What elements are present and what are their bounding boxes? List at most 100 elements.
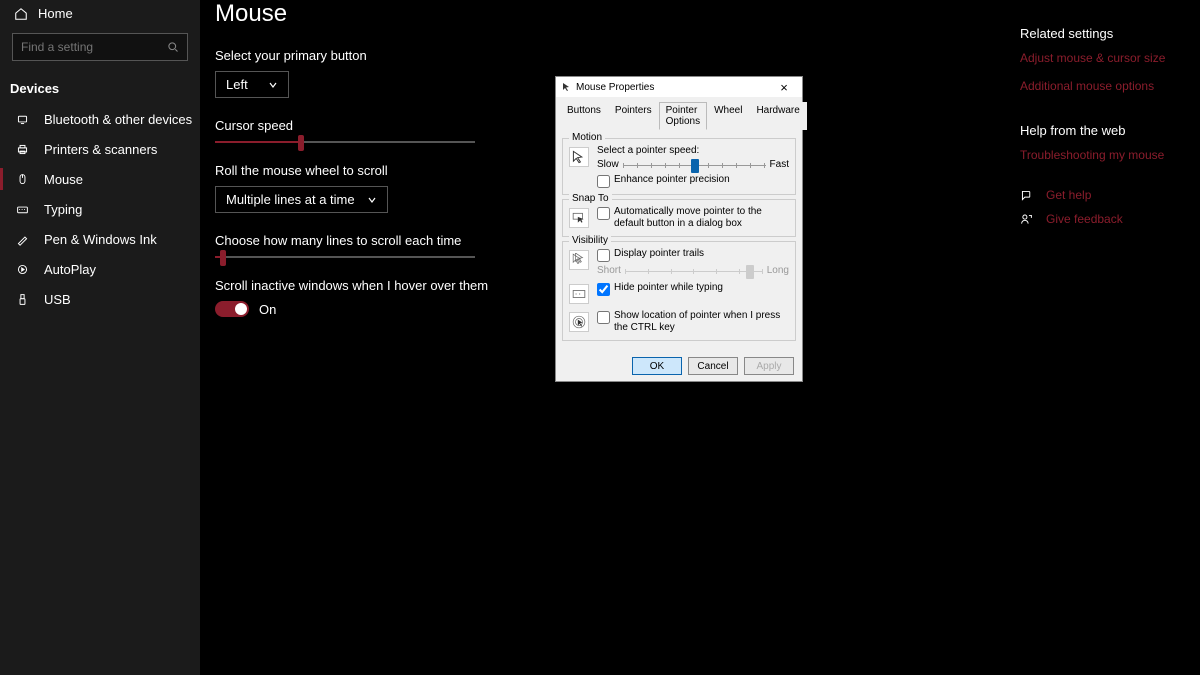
sidebar-item-label: Printers & scanners xyxy=(44,142,157,157)
home-icon xyxy=(14,7,28,21)
tab-hardware[interactable]: Hardware xyxy=(749,102,806,130)
cancel-button[interactable]: Cancel xyxy=(688,357,738,375)
group-snap-label: Snap To xyxy=(569,193,612,204)
autoplay-icon xyxy=(14,263,30,276)
link-adjust-mouse[interactable]: Adjust mouse & cursor size xyxy=(1020,51,1188,65)
chevron-down-icon xyxy=(367,195,377,205)
roll-wheel-dropdown[interactable]: Multiple lines at a time xyxy=(215,186,388,213)
dialog-button-row: OK Cancel Apply xyxy=(556,351,802,381)
tab-wheel[interactable]: Wheel xyxy=(707,102,749,130)
bluetooth-icon xyxy=(14,113,30,126)
group-snap-to: Snap To Automatically move pointer to th… xyxy=(562,199,796,237)
pointer-trails-label: Display pointer trails xyxy=(614,248,704,260)
cursor-speed-slider[interactable] xyxy=(215,141,475,143)
mouse-properties-dialog: Mouse Properties × Buttons Pointers Poin… xyxy=(555,76,803,382)
pointer-speed-thumb[interactable] xyxy=(691,159,699,173)
dialog-close-button[interactable]: × xyxy=(772,80,796,95)
ctrl-location-label: Show location of pointer when I press th… xyxy=(614,310,789,334)
sidebar-item-printers[interactable]: Printers & scanners xyxy=(0,134,200,164)
roll-wheel-value: Multiple lines at a time xyxy=(226,192,355,207)
inactive-windows-value: On xyxy=(259,302,276,317)
tab-buttons[interactable]: Buttons xyxy=(560,102,608,130)
search-icon xyxy=(167,41,179,53)
sidebar-item-label: Mouse xyxy=(44,172,83,187)
toggle-knob xyxy=(235,303,247,315)
ctrl-location-checkbox[interactable] xyxy=(597,311,610,324)
link-additional-options[interactable]: Additional mouse options xyxy=(1020,79,1188,93)
ok-button[interactable]: OK xyxy=(632,357,682,375)
printer-icon xyxy=(14,143,30,156)
slider-thumb[interactable] xyxy=(220,250,226,266)
snap-to-label: Automatically move pointer to the defaul… xyxy=(614,206,789,230)
help-icon xyxy=(1020,189,1034,202)
pointer-trails-checkbox[interactable] xyxy=(597,249,610,262)
slow-label: Slow xyxy=(597,159,619,170)
get-help-link[interactable]: Get help xyxy=(1020,188,1188,202)
ctrl-location-icon xyxy=(569,312,589,332)
home-nav[interactable]: Home xyxy=(0,0,200,29)
keyboard-icon xyxy=(14,203,30,216)
primary-button-value: Left xyxy=(226,77,248,92)
mouse-icon xyxy=(14,173,30,186)
slider-fill xyxy=(215,141,298,143)
snap-to-checkbox[interactable] xyxy=(597,207,610,220)
apply-button[interactable]: Apply xyxy=(744,357,794,375)
pointer-speed-slider[interactable]: Slow Fast xyxy=(597,159,789,170)
group-motion: Motion Select a pointer speed: Slow Fast xyxy=(562,138,796,195)
settings-sidebar: Home Devices Bluetooth & other devices P… xyxy=(0,0,200,675)
tab-pointers[interactable]: Pointers xyxy=(608,102,659,130)
group-motion-label: Motion xyxy=(569,132,605,143)
related-settings-panel: Related settings Adjust mouse & cursor s… xyxy=(1020,26,1200,236)
dialog-tabs: Buttons Pointers Pointer Options Wheel H… xyxy=(560,97,798,130)
sidebar-item-autoplay[interactable]: AutoPlay xyxy=(0,254,200,284)
search-input-wrapper[interactable] xyxy=(12,33,188,61)
motion-icon xyxy=(569,147,589,167)
sidebar-item-label: USB xyxy=(44,292,71,307)
usb-icon xyxy=(14,293,30,306)
home-label: Home xyxy=(38,6,73,21)
group-visibility-label: Visibility xyxy=(569,235,611,246)
chevron-down-icon xyxy=(268,80,278,90)
slider-thumb[interactable] xyxy=(298,135,304,151)
hide-typing-checkbox[interactable] xyxy=(597,283,610,296)
give-feedback-link[interactable]: Give feedback xyxy=(1020,212,1188,226)
page-title: Mouse xyxy=(215,0,1200,28)
hide-typing-icon xyxy=(569,284,589,304)
sidebar-item-label: Bluetooth & other devices xyxy=(44,112,192,127)
search-input[interactable] xyxy=(21,40,161,54)
cursor-icon xyxy=(562,82,572,92)
select-pointer-speed-label: Select a pointer speed: xyxy=(597,145,789,156)
sidebar-item-bluetooth[interactable]: Bluetooth & other devices xyxy=(0,104,200,134)
tab-pointer-options[interactable]: Pointer Options xyxy=(659,102,707,130)
pen-icon xyxy=(14,233,30,246)
short-label: Short xyxy=(597,265,621,276)
dialog-title: Mouse Properties xyxy=(576,82,654,93)
sidebar-item-mouse[interactable]: Mouse xyxy=(0,164,200,194)
trails-icon xyxy=(569,250,589,270)
help-header: Help from the web xyxy=(1020,123,1188,138)
lines-slider[interactable] xyxy=(215,256,475,258)
dialog-titlebar[interactable]: Mouse Properties × xyxy=(556,77,802,97)
snap-icon xyxy=(569,208,589,228)
hide-typing-label: Hide pointer while typing xyxy=(614,282,723,294)
enhance-precision-label: Enhance pointer precision xyxy=(614,174,730,186)
group-visibility: Visibility Display pointer trails Short xyxy=(562,241,796,341)
dialog-body: Motion Select a pointer speed: Slow Fast xyxy=(556,130,802,351)
sidebar-item-usb[interactable]: USB xyxy=(0,284,200,314)
long-label: Long xyxy=(767,265,789,276)
sidebar-item-typing[interactable]: Typing xyxy=(0,194,200,224)
link-troubleshoot[interactable]: Troubleshooting my mouse xyxy=(1020,148,1188,162)
give-feedback-label: Give feedback xyxy=(1046,212,1123,226)
inactive-windows-toggle[interactable] xyxy=(215,301,249,317)
sidebar-item-pen[interactable]: Pen & Windows Ink xyxy=(0,224,200,254)
trails-slider: Short Long xyxy=(597,265,789,276)
primary-button-dropdown[interactable]: Left xyxy=(215,71,289,98)
enhance-precision-checkbox[interactable] xyxy=(597,175,610,188)
trails-thumb xyxy=(746,265,754,279)
get-help-label: Get help xyxy=(1046,188,1091,202)
sidebar-item-label: AutoPlay xyxy=(44,262,96,277)
fast-label: Fast xyxy=(770,159,789,170)
related-header: Related settings xyxy=(1020,26,1188,41)
sidebar-item-label: Pen & Windows Ink xyxy=(44,232,157,247)
feedback-icon xyxy=(1020,213,1034,226)
